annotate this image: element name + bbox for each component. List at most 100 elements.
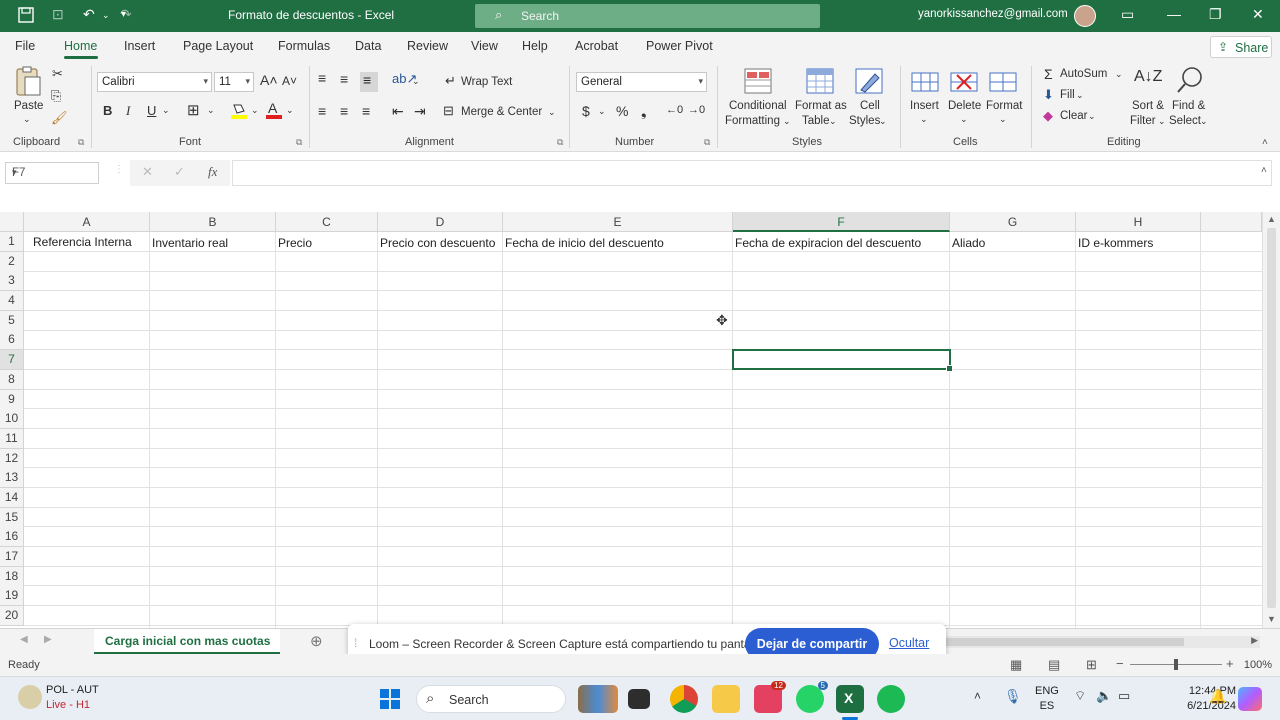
- column-header-g[interactable]: G: [950, 212, 1076, 232]
- paste-button[interactable]: Paste: [14, 100, 43, 112]
- tab-data[interactable]: Data: [355, 39, 381, 53]
- battery-icon[interactable]: ▭: [1118, 688, 1130, 704]
- percent-icon[interactable]: %: [616, 103, 628, 119]
- delete-cells-icon[interactable]: [950, 68, 978, 94]
- clear-button[interactable]: Clear: [1060, 110, 1087, 122]
- underline-button[interactable]: U: [147, 103, 156, 118]
- row-header[interactable]: 7: [0, 350, 24, 370]
- scroll-thumb[interactable]: [1267, 228, 1276, 608]
- tab-help[interactable]: Help: [522, 39, 548, 53]
- cell-c1[interactable]: Precio: [278, 236, 312, 250]
- zoom-in-icon[interactable]: +: [1226, 656, 1234, 671]
- sort-filter-line1[interactable]: Sort &: [1132, 100, 1164, 112]
- borders-icon[interactable]: ⊞: [187, 101, 200, 119]
- conditional-formatting-line2[interactable]: Formatting: [725, 115, 780, 127]
- decrease-font-icon[interactable]: A˅: [282, 74, 297, 88]
- customize-qat-icon[interactable]: ▾: [121, 9, 126, 20]
- number-format-select[interactable]: General ▾: [576, 72, 707, 92]
- clear-dropdown-icon[interactable]: ⌄: [1088, 111, 1096, 122]
- column-header-d[interactable]: D: [378, 212, 503, 232]
- row-header[interactable]: 17: [0, 547, 24, 567]
- align-bottom-button[interactable]: ≡: [360, 72, 378, 92]
- autosum-dropdown-icon[interactable]: ⌄: [1115, 69, 1123, 80]
- scroll-up-icon[interactable]: ▲: [1267, 214, 1276, 224]
- taskbar-search[interactable]: ⌕ Search: [416, 685, 566, 713]
- column-header-b[interactable]: B: [150, 212, 276, 232]
- next-sheet-icon[interactable]: ▶: [44, 634, 52, 645]
- task-view-icon[interactable]: [628, 689, 650, 709]
- close-icon[interactable]: ✕: [1252, 6, 1264, 23]
- italic-button[interactable]: I: [126, 103, 130, 119]
- find-select-line1[interactable]: Find &: [1172, 100, 1205, 112]
- avatar[interactable]: [1074, 5, 1096, 27]
- app-icon[interactable]: 12: [754, 681, 786, 713]
- currency-icon[interactable]: $: [582, 103, 590, 119]
- user-email[interactable]: yanorkissanchez@gmail.com: [918, 8, 1068, 20]
- find-select-icon[interactable]: [1176, 66, 1204, 94]
- collapse-ribbon-icon[interactable]: ˄: [1262, 137, 1268, 148]
- insert-function-button[interactable]: fx: [208, 164, 217, 180]
- format-as-table-line2[interactable]: Table: [802, 115, 830, 127]
- row-header[interactable]: 13: [0, 468, 24, 488]
- column-header-f[interactable]: F: [733, 212, 950, 232]
- align-right-icon[interactable]: ≡: [362, 103, 370, 119]
- selected-cell-f7[interactable]: [732, 349, 953, 372]
- row-header[interactable]: 10: [0, 409, 24, 429]
- copilot-icon[interactable]: [1238, 687, 1262, 711]
- bold-button[interactable]: B: [103, 103, 112, 118]
- cell-f1[interactable]: Fecha de expiracion del descuento: [735, 236, 921, 250]
- autosum-icon[interactable]: Σ: [1044, 66, 1053, 82]
- align-top-icon[interactable]: ≡: [318, 70, 326, 86]
- fill-icon[interactable]: ⬇: [1043, 87, 1054, 103]
- ribbon-display-icon[interactable]: ▭: [1121, 6, 1134, 23]
- delete-cells-dropdown-icon[interactable]: ⌄: [960, 114, 968, 125]
- conditional-formatting-icon[interactable]: [744, 68, 772, 94]
- zoom-level[interactable]: 100%: [1244, 659, 1272, 671]
- decrease-decimal-icon[interactable]: →0: [688, 104, 705, 116]
- alignment-launcher-icon[interactable]: ⧉: [557, 137, 563, 148]
- minimize-icon[interactable]: —: [1167, 6, 1181, 22]
- row-header[interactable]: 9: [0, 390, 24, 410]
- font-name-select[interactable]: Calibri ▾: [97, 72, 212, 92]
- save-icon[interactable]: [18, 7, 34, 23]
- scroll-right-icon[interactable]: ▶: [1251, 635, 1258, 646]
- paste-icon[interactable]: [14, 66, 42, 98]
- font-launcher-icon[interactable]: ⧉: [296, 137, 302, 148]
- sort-filter-icon[interactable]: A↓Z: [1134, 68, 1162, 86]
- row-header[interactable]: 15: [0, 508, 24, 528]
- format-as-table-line1[interactable]: Format as: [795, 100, 847, 112]
- row-header[interactable]: 6: [0, 330, 24, 350]
- cell-styles-line2[interactable]: Styles: [849, 115, 880, 127]
- tab-acrobat[interactable]: Acrobat: [575, 39, 618, 53]
- decrease-indent-icon[interactable]: ⇤: [392, 103, 404, 120]
- borders-dropdown-icon[interactable]: ⌄: [207, 105, 215, 116]
- wrap-text-button[interactable]: Wrap Text: [461, 76, 512, 88]
- wifi-icon[interactable]: ⌔: [1074, 688, 1086, 704]
- show-hidden-icons-icon[interactable]: ˄: [974, 689, 981, 703]
- excel-icon[interactable]: X: [836, 685, 864, 713]
- row-header[interactable]: 5: [0, 311, 24, 331]
- row-header[interactable]: 4: [0, 291, 24, 311]
- notification-bell-icon[interactable]: 🔔: [1209, 688, 1226, 705]
- cell-e1[interactable]: Fecha de inicio del descuento: [505, 236, 664, 250]
- tab-formulas[interactable]: Formulas: [278, 39, 330, 53]
- delete-cells-button[interactable]: Delete: [948, 100, 981, 112]
- tab-view[interactable]: View: [471, 39, 498, 53]
- increase-indent-icon[interactable]: ⇥: [414, 103, 426, 120]
- scroll-thumb[interactable]: [944, 638, 1184, 646]
- zoom-out-icon[interactable]: −: [1116, 656, 1124, 671]
- font-color-dropdown-icon[interactable]: ⌄: [286, 105, 294, 116]
- prev-sheet-icon[interactable]: ◀: [20, 634, 28, 645]
- align-center-icon[interactable]: ≡: [340, 103, 348, 119]
- comma-style-icon[interactable]: ❟: [641, 103, 647, 120]
- widgets-icon[interactable]: [578, 685, 618, 713]
- file-explorer-icon[interactable]: [712, 685, 740, 713]
- find-select-line2[interactable]: Select: [1169, 115, 1201, 127]
- conditional-formatting-line1[interactable]: Conditional: [729, 100, 787, 112]
- restore-icon[interactable]: ❐: [1209, 6, 1222, 23]
- column-header-e[interactable]: E: [503, 212, 733, 232]
- volume-icon[interactable]: 🔈: [1096, 688, 1112, 704]
- expand-formula-icon[interactable]: ˄: [1261, 165, 1267, 176]
- format-cells-dropdown-icon[interactable]: ⌄: [999, 114, 1007, 125]
- row-header[interactable]: 14: [0, 488, 24, 508]
